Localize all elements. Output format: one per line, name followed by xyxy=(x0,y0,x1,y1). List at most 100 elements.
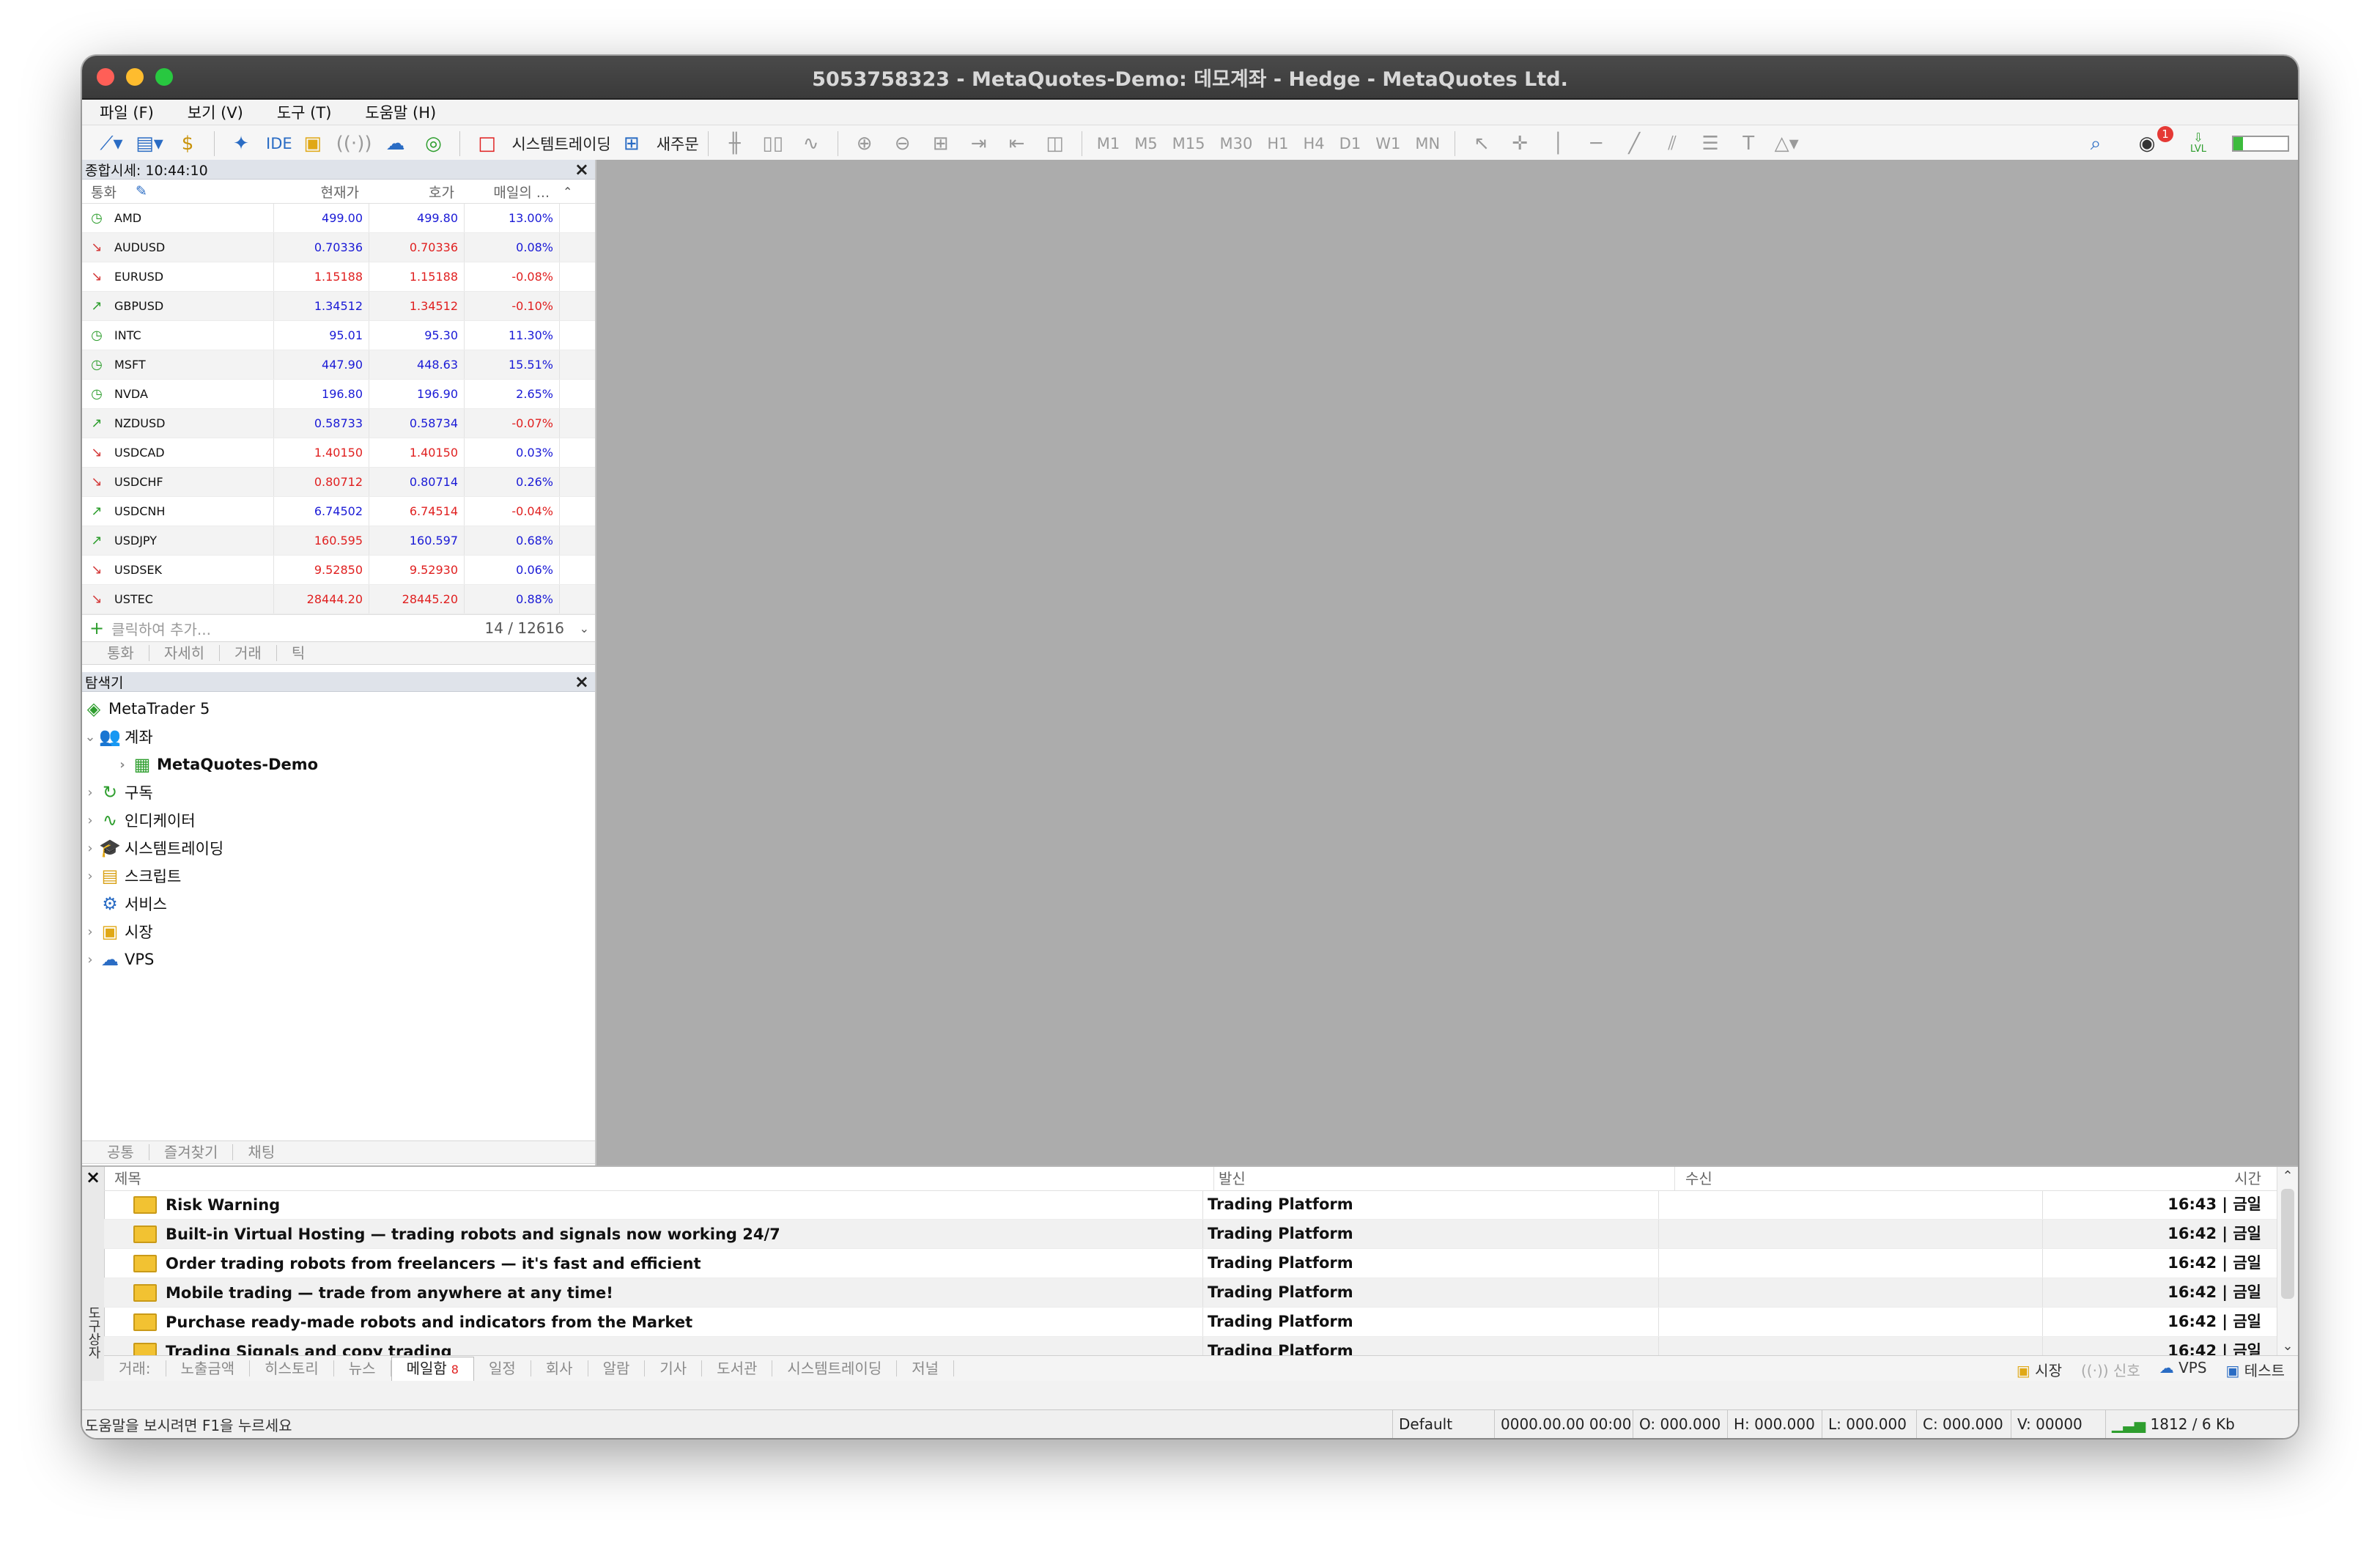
timeframe-m15[interactable]: M15 xyxy=(1167,135,1211,152)
table-row[interactable]: ↘ AUDUSD 0.70336 0.70336 0.08% xyxy=(82,233,595,262)
toolbox-close-icon[interactable]: × xyxy=(82,1167,104,1187)
toolbox-tab[interactable]: 일정 xyxy=(474,1360,531,1376)
toolbox-tab[interactable]: 뉴스 xyxy=(334,1360,391,1376)
screenshot-icon[interactable]: ◫ xyxy=(1038,129,1073,158)
tab-trading[interactable]: 거래 xyxy=(220,645,277,661)
nav-account-server[interactable]: › ▦ MetaQuotes-Demo xyxy=(82,751,595,778)
column-ask[interactable]: 호가 xyxy=(369,182,465,202)
timeframe-mn[interactable]: MN xyxy=(1409,135,1446,152)
table-row[interactable]: Purchase ready-made robots and indicator… xyxy=(104,1308,2277,1337)
toolbox-tab[interactable]: 히스토리 xyxy=(250,1360,334,1376)
nav-accounts[interactable]: ⌄ 👥 계좌 xyxy=(82,723,595,751)
nav-root[interactable]: ◈ MetaTrader 5 xyxy=(82,695,595,723)
timeframe-m30[interactable]: M30 xyxy=(1214,135,1259,152)
menu-help[interactable]: 도움말 (H) xyxy=(361,100,440,125)
table-row[interactable]: ◷ MSFT 447.90 448.63 15.51% xyxy=(82,350,595,380)
chevron-right-icon[interactable]: › xyxy=(82,869,98,884)
tab-ticks[interactable]: 틱 xyxy=(277,645,319,661)
column-time[interactable]: 시간 xyxy=(2027,1167,2277,1190)
table-row[interactable]: ↘ EURUSD 1.15188 1.15188 -0.08% xyxy=(82,262,595,292)
crosshair-icon[interactable]: ✛ xyxy=(1502,129,1537,158)
account-notifications-icon[interactable]: ◉ 1 xyxy=(2129,126,2173,158)
signals-link[interactable]: ((·)) 신호 xyxy=(2081,1359,2140,1380)
close-window-button[interactable] xyxy=(97,68,114,86)
chevron-right-icon[interactable]: › xyxy=(114,757,130,773)
timeframe-d1[interactable]: D1 xyxy=(1334,135,1367,152)
sparkle-icon[interactable]: ✦ xyxy=(223,129,259,158)
channel-icon[interactable]: ⫽ xyxy=(1655,129,1690,158)
grid-icon[interactable]: ⊞ xyxy=(923,129,958,158)
column-change[interactable]: 매일의 ... xyxy=(465,182,560,202)
candlestick-icon[interactable]: ▯▯ xyxy=(755,129,791,158)
chart-type-dropdown-icon[interactable]: ⟋▾ xyxy=(94,129,129,158)
timeframe-w1[interactable]: W1 xyxy=(1370,135,1406,152)
add-symbol-row[interactable]: + 클릭하여 추가... 14 / 12616 ⌄ xyxy=(82,614,595,641)
nav-services[interactable]: › ⚙ 서비스 xyxy=(82,890,595,918)
text-tool-icon[interactable]: T xyxy=(1731,129,1766,158)
table-row[interactable]: Order trading robots from freelancers — … xyxy=(104,1249,2277,1278)
column-subject[interactable]: 제목 xyxy=(104,1167,1214,1190)
dollar-icon[interactable]: $ xyxy=(170,129,205,158)
new-order-icon[interactable]: ⊞ xyxy=(614,129,649,158)
nav-vps[interactable]: › ☁ VPS xyxy=(82,946,595,973)
chevron-right-icon[interactable]: › xyxy=(82,813,98,828)
chevron-right-icon[interactable]: › xyxy=(82,952,98,968)
ide-button[interactable]: IDE xyxy=(266,135,292,152)
tab-chat[interactable]: 채팅 xyxy=(233,1144,289,1160)
cursor-icon[interactable]: ↖ xyxy=(1464,129,1499,158)
nav-market[interactable]: › ▣ 시장 xyxy=(82,918,595,946)
nav-expert-advisors[interactable]: › 🎓 시스템트레이딩 xyxy=(82,834,595,862)
column-bid[interactable]: 현재가 xyxy=(274,182,369,202)
chevron-right-icon[interactable]: › xyxy=(82,785,98,800)
table-row[interactable]: ↗ USDCNH 6.74502 6.74514 -0.04% xyxy=(82,497,595,526)
scroll-up-icon[interactable]: ⌃ xyxy=(2277,1167,2298,1186)
new-chart-dropdown-icon[interactable]: ▤▾ xyxy=(132,129,167,158)
tab-favorites[interactable]: 즐겨찾기 xyxy=(149,1144,234,1160)
autoscroll-icon[interactable]: ⇥ xyxy=(961,129,997,158)
horizontal-line-icon[interactable]: ─ xyxy=(1578,129,1614,158)
timeframe-h4[interactable]: H4 xyxy=(1298,135,1331,152)
timeframe-m5[interactable]: M5 xyxy=(1128,135,1163,152)
column-from[interactable]: 발신 xyxy=(1214,1167,1675,1190)
toolbox-tab[interactable]: 저널 xyxy=(897,1360,955,1376)
shopping-bag-icon[interactable]: ▣ xyxy=(295,129,330,158)
menu-tools[interactable]: 도구 (T) xyxy=(273,100,336,125)
signal-icon[interactable]: ((·)) xyxy=(333,129,375,158)
table-row[interactable]: ↘ USDCAD 1.40150 1.40150 0.03% xyxy=(82,438,595,468)
nav-subscriptions[interactable]: › ↻ 구독 xyxy=(82,778,595,806)
zoom-in-icon[interactable]: ⊕ xyxy=(847,129,882,158)
table-row[interactable]: Trading Signals and copy trading Trading … xyxy=(104,1337,2277,1356)
tester-link[interactable]: ▣ 테스트 xyxy=(2226,1359,2285,1380)
minimize-window-button[interactable] xyxy=(126,68,144,86)
zoom-window-button[interactable] xyxy=(155,68,173,86)
table-row[interactable]: ◷ INTC 95.01 95.30 11.30% xyxy=(82,321,595,350)
nav-indicators[interactable]: › ∿ 인디케이터 xyxy=(82,806,595,834)
chevron-right-icon[interactable]: › xyxy=(82,924,98,940)
table-row[interactable]: ↗ NZDUSD 0.58733 0.58734 -0.07% xyxy=(82,409,595,438)
fibonacci-icon[interactable]: ☰ xyxy=(1693,129,1728,158)
tab-symbols[interactable]: 통화 xyxy=(92,645,149,661)
search-icon[interactable]: ⌕ xyxy=(2078,129,2113,158)
table-row[interactable]: Risk Warning Trading Platform 16:43 | 금일 xyxy=(104,1190,2277,1220)
algo-trading-icon[interactable]: □ xyxy=(469,129,504,158)
navigator-close-icon[interactable]: × xyxy=(574,672,589,691)
shapes-dropdown-icon[interactable]: △▾ xyxy=(1769,129,1804,158)
tab-details[interactable]: 자세히 xyxy=(149,645,221,661)
table-row[interactable]: ↘ USDSEK 9.52850 9.52930 0.06% xyxy=(82,556,595,585)
globe-icon[interactable]: ◎ xyxy=(415,129,451,158)
column-to[interactable]: 수신 xyxy=(1675,1167,2027,1190)
table-row[interactable]: ↘ USTEC 28444.20 28445.20 0.88% xyxy=(82,585,595,614)
zoom-out-icon[interactable]: ⊖ xyxy=(885,129,920,158)
status-profile[interactable]: Default xyxy=(1392,1410,1494,1438)
mailbox-scrollbar[interactable]: ⌃ ⌄ xyxy=(2277,1167,2298,1356)
menu-view[interactable]: 보기 (V) xyxy=(183,100,248,125)
scrollbar-thumb[interactable] xyxy=(2281,1189,2294,1299)
table-row[interactable]: ◷ NVDA 196.80 196.90 2.65% xyxy=(82,380,595,409)
market-watch-close-icon[interactable]: × xyxy=(574,160,589,179)
chevron-right-icon[interactable]: › xyxy=(82,841,98,856)
status-traffic[interactable]: ▁▃▅ 1812 / 6 Kb xyxy=(2105,1410,2236,1438)
column-symbol[interactable]: 통화 xyxy=(91,182,117,202)
table-row[interactable]: ↘ USDCHF 0.80712 0.80714 0.26% xyxy=(82,468,595,497)
vertical-line-icon[interactable]: │ xyxy=(1540,129,1575,158)
market-link[interactable]: ▣ 시장 xyxy=(2017,1359,2062,1380)
